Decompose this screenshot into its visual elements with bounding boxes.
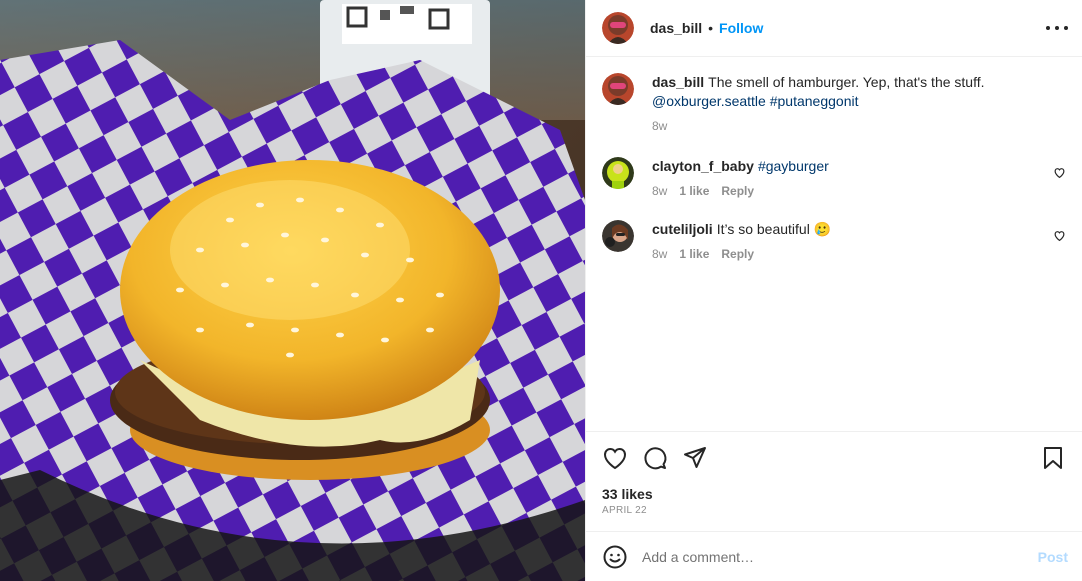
comment-heart-icon[interactable] (1053, 166, 1066, 179)
emoji-icon[interactable] (602, 544, 628, 570)
comment-like-count[interactable]: 1 like (679, 184, 709, 198)
commenter-avatar[interactable] (602, 157, 634, 189)
follow-button[interactable]: Follow (719, 20, 763, 36)
more-options-icon[interactable] (1046, 18, 1068, 38)
caption-age[interactable]: 8w (652, 119, 667, 133)
comment-meta: 8w 1 like Reply (652, 247, 1032, 261)
comment-item: clayton_f_baby #gayburger 8w 1 like Reply (602, 157, 1066, 198)
add-comment-bar: Post (586, 531, 1082, 581)
action-bar (602, 432, 1066, 484)
comment-input[interactable] (642, 548, 1038, 565)
caption-text: The smell of hamburger. Yep, that's the … (708, 74, 985, 90)
comment-heart-icon[interactable] (1053, 229, 1066, 242)
post-date[interactable]: APRIL 22 (602, 505, 1066, 516)
post-comment-button[interactable]: Post (1038, 549, 1068, 565)
bookmark-icon[interactable] (1040, 445, 1066, 471)
comment-text-line: cuteliljoli It’s so beautiful 🥲 (652, 220, 1032, 239)
commenter-username[interactable]: clayton_f_baby (652, 158, 754, 174)
header-separator: • (708, 20, 714, 36)
comment-text: It’s so beautiful 🥲 (716, 221, 832, 237)
caption-meta: 8w (652, 119, 1032, 133)
caption-text-line: das_bill The smell of hamburger. Yep, tha… (652, 73, 1032, 111)
post-header: das_bill • Follow (586, 0, 1082, 57)
comment-body: clayton_f_baby #gayburger 8w 1 like Reply (652, 157, 1032, 198)
post-photo[interactable] (0, 0, 585, 581)
comment-item: cuteliljoli It’s so beautiful 🥲 8w 1 like… (602, 220, 1066, 261)
like-heart-icon[interactable] (602, 445, 628, 471)
comment-text-line: clayton_f_baby #gayburger (652, 157, 1032, 176)
share-icon[interactable] (682, 445, 708, 471)
comment-like-count[interactable]: 1 like (679, 247, 709, 261)
caption-comment: das_bill The smell of hamburger. Yep, tha… (602, 73, 1066, 133)
burger-photo (0, 0, 585, 581)
likes-count[interactable]: 33 likes (602, 486, 1066, 502)
post-side-panel: das_bill • Follow das_bill The smell of … (585, 0, 1082, 581)
instagram-post: das_bill • Follow das_bill The smell of … (0, 0, 1082, 581)
author-username[interactable]: das_bill (650, 20, 702, 36)
caption-username[interactable]: das_bill (652, 74, 704, 90)
reply-button[interactable]: Reply (721, 247, 754, 261)
reply-button[interactable]: Reply (721, 184, 754, 198)
author-avatar[interactable] (602, 12, 634, 44)
comments-list: das_bill The smell of hamburger. Yep, tha… (586, 57, 1082, 431)
commenter-username[interactable]: cuteliljoli (652, 221, 713, 237)
hashtag-link[interactable]: #putaneggonit (770, 93, 859, 109)
caption-body: das_bill The smell of hamburger. Yep, tha… (652, 73, 1032, 133)
comment-meta: 8w 1 like Reply (652, 184, 1032, 198)
caption-avatar[interactable] (602, 73, 634, 105)
mention-link[interactable]: @oxburger.seattle (652, 93, 766, 109)
post-actions: 33 likes APRIL 22 (586, 431, 1082, 531)
commenter-avatar[interactable] (602, 220, 634, 252)
comment-icon[interactable] (642, 445, 668, 471)
hashtag-link[interactable]: #gayburger (758, 158, 829, 174)
comment-age[interactable]: 8w (652, 184, 667, 198)
comment-body: cuteliljoli It’s so beautiful 🥲 8w 1 like… (652, 220, 1032, 261)
comment-age[interactable]: 8w (652, 247, 667, 261)
